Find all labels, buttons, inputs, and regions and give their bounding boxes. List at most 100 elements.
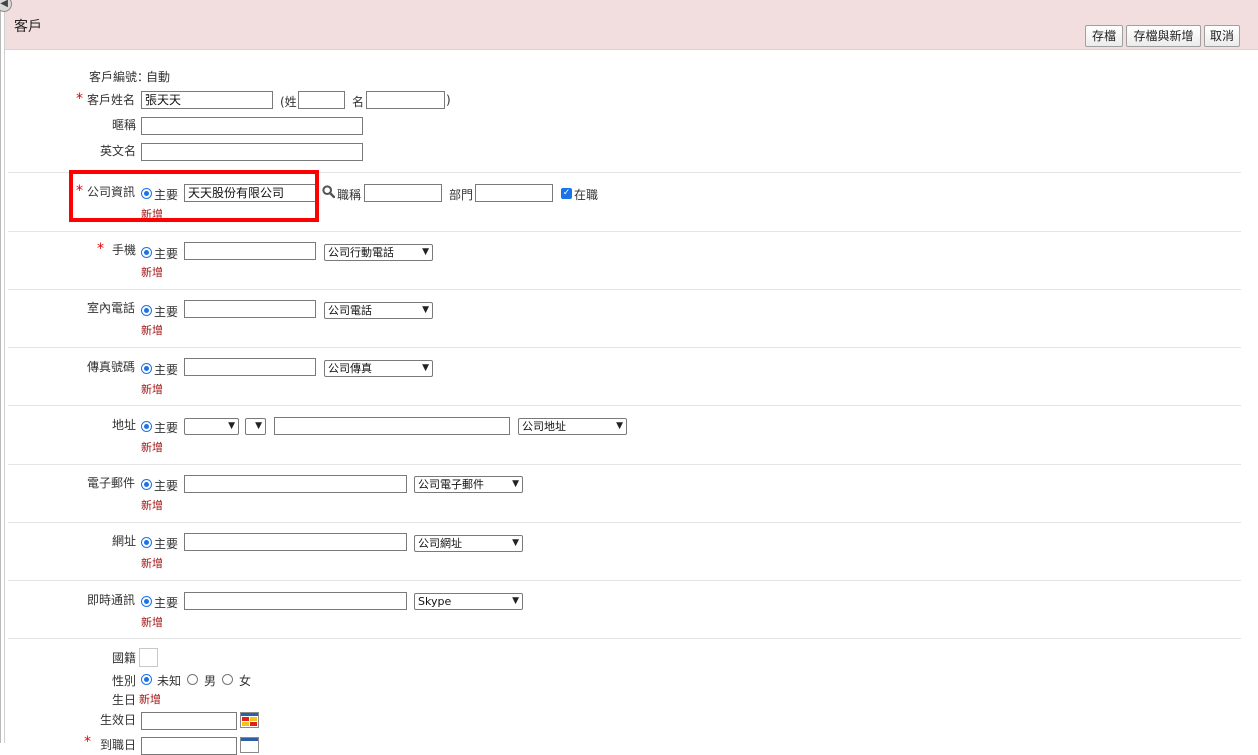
- im-type-select[interactable]: Skype ▼: [414, 593, 523, 610]
- search-icon[interactable]: [322, 185, 335, 198]
- required-asterisk-icon: *: [97, 241, 104, 257]
- address-primary-radio[interactable]: [141, 421, 152, 432]
- cancel-button[interactable]: 取消: [1204, 25, 1240, 47]
- fax-type-value: 公司傳真: [328, 362, 372, 375]
- mobile-type-select[interactable]: 公司行動電話 ▼: [324, 244, 433, 261]
- address-type-select[interactable]: 公司地址 ▼: [518, 418, 627, 435]
- fax-primary-radio[interactable]: [141, 363, 152, 374]
- address-input[interactable]: [274, 417, 510, 435]
- email-add-link[interactable]: 新增: [141, 497, 163, 513]
- department-input[interactable]: [475, 184, 553, 202]
- gender-unknown-radio[interactable]: [141, 674, 152, 685]
- customer-no-label: 客戶編號：: [89, 70, 150, 84]
- email-type-select[interactable]: 公司電子郵件 ▼: [414, 476, 523, 493]
- employed-checkbox[interactable]: ✓: [561, 188, 572, 199]
- hire-date-label: 到職日: [100, 738, 137, 752]
- highlight-box: [69, 170, 319, 222]
- phone-primary-radio[interactable]: [141, 305, 152, 316]
- calendar-icon[interactable]: [240, 737, 259, 753]
- effective-date-input[interactable]: [141, 712, 237, 730]
- address-add-link[interactable]: 新增: [141, 439, 163, 455]
- chevron-down-icon: ▼: [512, 538, 519, 548]
- gender-unknown-label: 未知: [157, 674, 182, 688]
- im-primary-radio[interactable]: [141, 596, 152, 607]
- im-label: 即時通訊: [87, 593, 136, 607]
- section-divider: [8, 638, 1241, 639]
- save-and-new-button[interactable]: 存檔與新增: [1126, 25, 1201, 47]
- gender-male-label: 男: [204, 674, 217, 688]
- close-paren: ): [446, 93, 451, 107]
- english-name-label: 英文名: [100, 144, 137, 158]
- fax-label: 傳真號碼: [87, 360, 136, 374]
- fax-input[interactable]: [184, 358, 316, 376]
- email-primary-radio[interactable]: [141, 479, 152, 490]
- nationality-picker[interactable]: [139, 648, 158, 667]
- gender-female-radio[interactable]: [222, 674, 233, 685]
- section-divider: [8, 289, 1241, 290]
- website-primary-radio[interactable]: [141, 537, 152, 548]
- chevron-down-icon: ▼: [616, 421, 623, 431]
- job-title-input[interactable]: [364, 184, 442, 202]
- chevron-down-icon: ▼: [228, 421, 235, 431]
- email-label: 電子郵件: [87, 476, 136, 490]
- gender-female-label: 女: [239, 674, 252, 688]
- district-select[interactable]: ▼: [245, 418, 266, 435]
- chevron-down-icon: ▼: [422, 305, 429, 315]
- fax-add-link[interactable]: 新增: [141, 381, 163, 397]
- im-input[interactable]: [184, 592, 407, 610]
- job-title-label: 職稱: [337, 188, 362, 202]
- email-input[interactable]: [184, 475, 407, 493]
- section-divider: [8, 522, 1241, 523]
- chevron-down-icon: ▼: [512, 479, 519, 489]
- email-primary-label: 主要: [154, 479, 179, 493]
- im-type-value: Skype: [418, 595, 452, 608]
- website-type-value: 公司網址: [418, 537, 462, 550]
- section-divider: [8, 405, 1241, 406]
- customer-name-input[interactable]: 張天天: [141, 91, 273, 109]
- chevron-down-icon: ▼: [422, 247, 429, 257]
- section-divider: [8, 580, 1241, 581]
- city-select[interactable]: ▼: [184, 418, 239, 435]
- nickname-input[interactable]: [141, 117, 363, 135]
- section-divider: [8, 347, 1241, 348]
- chevron-down-icon: ▼: [422, 363, 429, 373]
- department-label: 部門: [449, 188, 474, 202]
- birthday-label: 生日: [112, 693, 137, 707]
- phone-add-link[interactable]: 新增: [141, 322, 163, 338]
- mobile-add-link[interactable]: 新增: [141, 264, 163, 280]
- mobile-primary-label: 主要: [154, 247, 179, 261]
- gender-label: 性別: [112, 674, 137, 688]
- website-type-select[interactable]: 公司網址 ▼: [414, 535, 523, 552]
- website-add-link[interactable]: 新增: [141, 555, 163, 571]
- surname-prefix: (姓: [280, 95, 297, 109]
- mobile-primary-radio[interactable]: [141, 247, 152, 258]
- gender-male-radio[interactable]: [187, 674, 198, 685]
- nationality-label: 國籍: [112, 651, 137, 665]
- address-primary-label: 主要: [154, 421, 179, 435]
- fax-primary-label: 主要: [154, 363, 179, 377]
- employed-label: 在職: [574, 188, 599, 202]
- fax-type-select[interactable]: 公司傳真 ▼: [324, 360, 433, 377]
- phone-primary-label: 主要: [154, 305, 179, 319]
- given-name-input[interactable]: [366, 91, 445, 109]
- website-input[interactable]: [184, 533, 407, 551]
- page-title: 客戶: [14, 19, 42, 35]
- phone-input[interactable]: [184, 300, 316, 318]
- hire-date-input[interactable]: [141, 737, 237, 755]
- english-name-input[interactable]: [141, 143, 363, 161]
- calendar-icon[interactable]: [240, 712, 259, 728]
- save-button[interactable]: 存檔: [1085, 25, 1123, 47]
- mobile-input[interactable]: [184, 242, 316, 260]
- birthday-add-link[interactable]: 新增: [139, 691, 161, 707]
- im-add-link[interactable]: 新增: [141, 614, 163, 630]
- mobile-type-value: 公司行動電話: [328, 246, 394, 259]
- required-asterisk-icon: *: [84, 734, 91, 750]
- frame-divider: [4, 0, 5, 743]
- given-name-prefix: 名: [352, 95, 365, 109]
- section-divider: [8, 231, 1241, 232]
- surname-input[interactable]: [298, 91, 345, 109]
- phone-type-select[interactable]: 公司電話 ▼: [324, 302, 433, 319]
- header-bar: 客戶 存檔 存檔與新增 取消: [5, 0, 1258, 50]
- website-primary-label: 主要: [154, 537, 179, 551]
- phone-type-value: 公司電話: [328, 304, 372, 317]
